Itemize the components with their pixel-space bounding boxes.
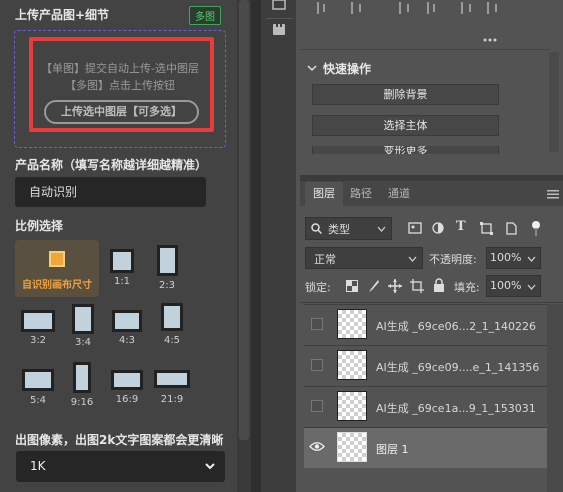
ratio-16-9-icon	[111, 370, 143, 390]
ratio-option-3-4[interactable]: 3:4	[69, 304, 97, 348]
layer-thumbnail	[337, 350, 367, 380]
chevron-down-icon	[527, 256, 536, 262]
lock-pixels-icon[interactable]	[368, 279, 380, 293]
ratio-option-9-16[interactable]: 9:16	[66, 362, 98, 408]
ratio-option-2-3[interactable]: 2:3	[153, 245, 181, 291]
layer-thumbnail	[337, 309, 367, 339]
upload-title: 上传产品图+细节	[15, 8, 110, 22]
type-filter-icon[interactable]: T	[456, 219, 466, 234]
lock-artboard-icon[interactable]	[410, 279, 424, 293]
plugin-scrollbar-thumb[interactable]	[239, 0, 249, 440]
visibility-toggle[interactable]	[311, 400, 323, 412]
ratio-option-5-4[interactable]: 5:4	[20, 369, 56, 406]
panel-menu-icon[interactable]	[547, 190, 559, 199]
fill-label: 填充:	[454, 281, 480, 294]
tab-paths[interactable]: 路径	[343, 182, 379, 206]
ratio-4-5-icon	[161, 303, 183, 331]
eye-icon[interactable]	[309, 441, 325, 452]
ratio-label: 5:4	[29, 395, 47, 406]
panel-divider	[300, 302, 563, 303]
ratio-4-3-icon	[112, 310, 142, 332]
ratio-option-4-3[interactable]: 4:3	[110, 310, 144, 346]
select-subject-button[interactable]: 选择主体	[312, 115, 499, 136]
layer-name: AI生成 _69ce06...2_1_140226	[376, 320, 537, 333]
panel-icon-strip	[261, 0, 296, 492]
ratio-option-3-2[interactable]: 3:2	[20, 310, 56, 346]
ratio-5-4-icon	[22, 369, 54, 391]
product-name-title: 产品名称（填写名称越详细越精准）	[15, 158, 208, 172]
more-options-icon[interactable]	[483, 32, 497, 42]
ratio-label: 4:3	[118, 335, 136, 346]
resolution-select[interactable]: 1K	[16, 451, 225, 482]
panel-divider	[300, 49, 550, 50]
ratio-option-16-9[interactable]: 16:9	[110, 370, 144, 405]
layers-scrollbar[interactable]	[547, 304, 563, 492]
adjustment-filter-icon[interactable]	[432, 222, 444, 234]
chevron-down-icon	[377, 226, 386, 232]
layer-name: AI生成 _69ce09....e_1_141356	[376, 361, 540, 374]
ratio-2-3-icon	[156, 245, 178, 276]
ratio-label: 3:2	[29, 335, 47, 346]
glyph-panel-icon[interactable]	[271, 22, 287, 36]
chevron-down-icon	[205, 463, 215, 470]
opacity-label: 不透明度:	[429, 253, 477, 266]
multi-image-badge[interactable]: 多图	[189, 6, 221, 25]
strip-divider	[266, 18, 293, 19]
visibility-toggle[interactable]	[311, 359, 323, 371]
fill-value: 100%	[490, 279, 522, 292]
history-icon[interactable]	[270, 0, 288, 12]
remove-background-button[interactable]: 删除背景	[312, 84, 499, 105]
ratio-21-9-icon	[154, 370, 190, 388]
ratio-title: 比例选择	[15, 219, 64, 233]
more-button-clip: 变形更多	[312, 146, 499, 154]
ratio-9-16-icon	[73, 362, 91, 393]
ratio-label: 1:1	[113, 276, 131, 287]
tab-channels[interactable]: 通道	[380, 182, 418, 206]
ratio-option-4-5[interactable]: 4:5	[159, 303, 185, 346]
visibility-toggle[interactable]	[311, 318, 323, 330]
ratio-label: 16:9	[115, 394, 139, 405]
align-toolbar[interactable]	[300, 0, 550, 22]
shape-filter-icon[interactable]	[480, 222, 493, 235]
lock-transparent-icon[interactable]	[346, 280, 358, 292]
panel-divider	[251, 0, 261, 492]
image-filter-icon[interactable]	[408, 222, 422, 234]
ratio-label: 3:4	[74, 337, 92, 348]
product-name-input[interactable]: 自动识别	[15, 177, 206, 207]
filter-toggle-icon[interactable]	[531, 220, 541, 236]
ratio-auto-label: 自识别画布尺寸	[22, 280, 92, 291]
ratio-label: 2:3	[158, 280, 176, 291]
quick-actions-title: 快速操作	[323, 62, 372, 76]
quick-scrollbar[interactable]	[549, 52, 559, 152]
opacity-value: 100%	[490, 251, 522, 264]
ratio-label: 4:5	[163, 335, 181, 346]
chevron-down-icon	[527, 284, 536, 290]
resolution-title: 出图像素，出图2k文字图案都会更清晰	[15, 433, 224, 447]
search-icon	[311, 223, 322, 234]
ratio-option-21-9[interactable]: 21:9	[153, 370, 191, 405]
ratio-1-1-icon	[110, 249, 134, 273]
blend-mode-value: 正常	[314, 253, 336, 266]
lock-all-icon[interactable]	[433, 278, 445, 293]
highlight-annotation	[29, 37, 214, 132]
collapse-chevron-icon[interactable]	[307, 63, 317, 73]
chevron-down-icon	[408, 256, 417, 262]
ratio-option-1-1[interactable]: 1:1	[108, 249, 136, 287]
tab-layers[interactable]: 图层	[305, 182, 343, 206]
filter-kind-label: 类型	[328, 223, 350, 236]
ratio-3-2-icon	[21, 310, 55, 332]
layer-thumbnail	[337, 432, 367, 462]
lock-position-icon[interactable]	[388, 279, 402, 293]
ratio-3-4-icon	[72, 304, 94, 334]
layer-name: AI生成 _69ce1a...9_1_153031	[376, 402, 536, 415]
auto-canvas-icon	[49, 251, 65, 267]
layer-thumbnail	[337, 391, 367, 421]
ratio-label: 9:16	[70, 397, 94, 408]
smart-object-filter-icon[interactable]	[505, 222, 517, 235]
ratio-label: 21:9	[160, 394, 184, 405]
transform-more-button[interactable]: 变形更多	[312, 146, 499, 154]
lock-label: 锁定:	[305, 281, 331, 294]
layer-name: 图层 1	[376, 443, 409, 456]
